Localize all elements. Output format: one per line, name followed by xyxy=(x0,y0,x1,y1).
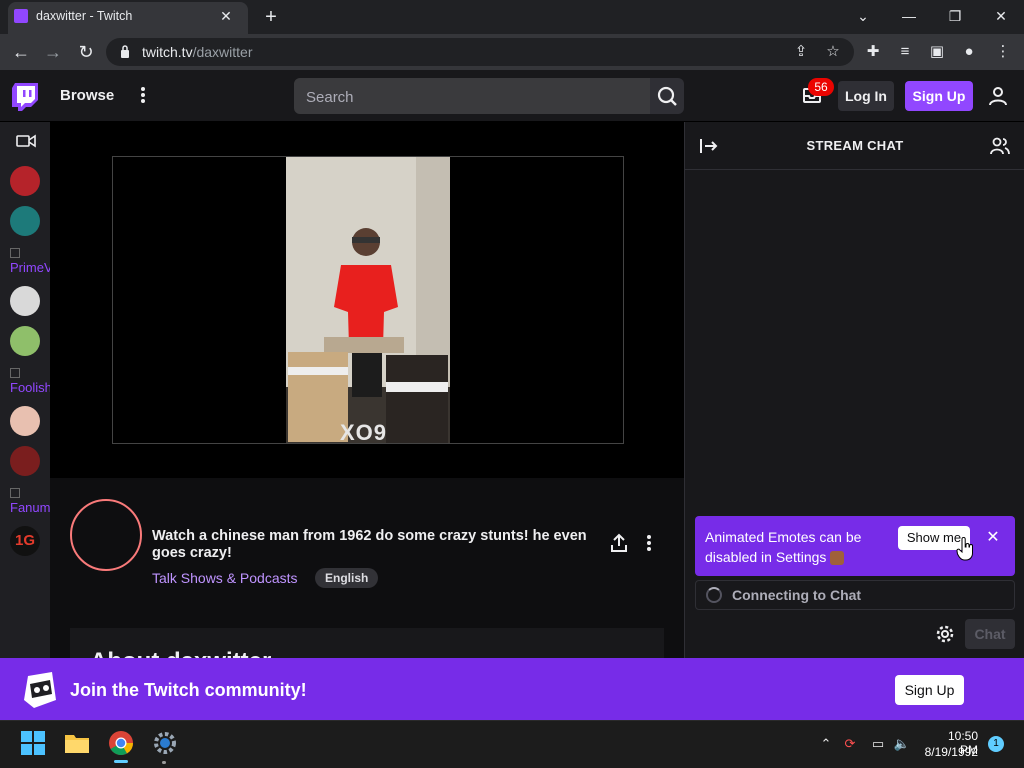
emote-banner-text: Animated Emotes can be disabled in Setti… xyxy=(705,529,862,566)
glitch-mascot-icon xyxy=(24,672,56,708)
chrome-menu-icon[interactable]: ⋮ xyxy=(994,43,1012,61)
sidebar-channel-avatar[interactable] xyxy=(10,206,40,236)
followed-channels-icon[interactable] xyxy=(16,134,36,148)
video-still-image xyxy=(286,157,450,443)
bookmark-star-icon[interactable]: ☆ xyxy=(824,43,842,61)
new-tab-icon[interactable]: + xyxy=(262,7,280,27)
video-overlay-text: XO9 xyxy=(340,420,388,445)
sidebar-channel-avatar[interactable] xyxy=(10,406,40,436)
community-icon[interactable] xyxy=(990,137,1010,155)
search-placeholder: Search xyxy=(306,89,354,106)
language-tag[interactable]: English xyxy=(315,568,379,588)
join-banner-text: Join the Twitch community! xyxy=(70,680,307,700)
sidebar-channel-avatar[interactable] xyxy=(10,166,40,196)
sidebar-channel-avatar[interactable] xyxy=(10,446,40,476)
profile-icon[interactable]: ● xyxy=(960,43,978,61)
chat-settings-gear-icon[interactable] xyxy=(935,624,955,644)
url-text: twitch.tv/daxwitter xyxy=(142,44,253,60)
browse-link[interactable]: Browse xyxy=(60,87,114,104)
user-menu-icon[interactable] xyxy=(988,86,1008,106)
forward-icon[interactable]: → xyxy=(42,41,64,63)
channel-more-icon[interactable] xyxy=(643,533,655,553)
search-icon xyxy=(657,86,677,106)
active-app-indicator xyxy=(114,760,128,763)
sidebar-channel-broken-image[interactable]: PrimeV xyxy=(10,248,50,275)
banner-signup-button[interactable]: Sign Up xyxy=(895,675,964,705)
more-options-icon[interactable] xyxy=(136,85,150,105)
tab-close-icon[interactable]: ✕ xyxy=(218,8,234,24)
minimize-icon[interactable]: — xyxy=(898,6,920,26)
sidebar-channel-broken-image[interactable]: Fanum xyxy=(10,488,50,515)
settings-taskbar-icon[interactable] xyxy=(152,730,178,756)
media-control-icon[interactable]: ≡ xyxy=(896,43,914,61)
sidebar-channel-avatar[interactable] xyxy=(10,286,40,316)
stream-title: Watch a chinese man from 1962 do some cr… xyxy=(152,528,587,561)
lock-icon[interactable] xyxy=(120,45,130,58)
video-content[interactable] xyxy=(286,157,450,443)
reload-icon[interactable]: ↻ xyxy=(75,41,97,63)
extensions-icon[interactable]: ✚ xyxy=(864,43,882,61)
connecting-text: Connecting to Chat xyxy=(732,587,862,603)
tray-sync-icon[interactable]: ⟳ xyxy=(841,736,859,752)
clock-date[interactable]: 8/19/1992 xyxy=(918,745,978,759)
chrome-taskbar-icon[interactable] xyxy=(108,730,134,756)
close-banner-icon[interactable]: ✕ xyxy=(985,530,1001,546)
chat-title: STREAM CHAT xyxy=(806,138,904,153)
side-panel-icon[interactable]: ▣ xyxy=(928,43,946,61)
tray-volume-icon[interactable]: 🔈 xyxy=(893,736,911,752)
emote-icon xyxy=(830,551,845,566)
tray-network-icon[interactable]: ▭ xyxy=(869,736,887,752)
inbox-count-badge: 56 xyxy=(808,78,834,96)
tray-overflow-icon[interactable]: ⌃ xyxy=(817,736,835,752)
file-explorer-icon[interactable] xyxy=(64,730,90,756)
signup-button[interactable]: Sign Up xyxy=(905,81,973,111)
tab-search-icon[interactable]: ⌄ xyxy=(852,6,874,26)
search-button[interactable] xyxy=(650,78,684,114)
sidebar-channel-broken-image[interactable]: Foolish xyxy=(10,368,50,395)
chat-send-button[interactable]: Chat xyxy=(965,619,1015,649)
windows-start-icon[interactable] xyxy=(20,730,46,756)
window-close-icon[interactable]: ✕ xyxy=(990,6,1012,26)
notification-badge[interactable]: 1 xyxy=(988,736,1004,752)
mouse-cursor-hand-icon xyxy=(956,537,973,561)
channel-avatar[interactable] xyxy=(70,499,142,571)
restore-icon[interactable]: ❐ xyxy=(944,6,966,26)
tab-title: daxwitter - Twitch xyxy=(36,9,133,23)
stream-chat-panel xyxy=(684,122,1024,658)
loading-spinner-icon xyxy=(706,587,722,603)
running-app-indicator xyxy=(162,761,166,764)
sidebar-channel-logo[interactable]: 1G xyxy=(10,526,40,556)
collapse-chat-icon[interactable] xyxy=(700,138,718,154)
login-button[interactable]: Log In xyxy=(838,81,894,111)
back-icon[interactable]: ← xyxy=(10,41,32,63)
share-page-icon[interactable]: ⇪ xyxy=(792,43,810,61)
twitch-logo-icon[interactable] xyxy=(12,83,38,111)
twitch-favicon-icon xyxy=(14,9,28,23)
category-link[interactable]: Talk Shows & Podcasts xyxy=(152,570,298,586)
sidebar-channel-avatar[interactable] xyxy=(10,326,40,356)
share-icon[interactable] xyxy=(610,533,628,553)
